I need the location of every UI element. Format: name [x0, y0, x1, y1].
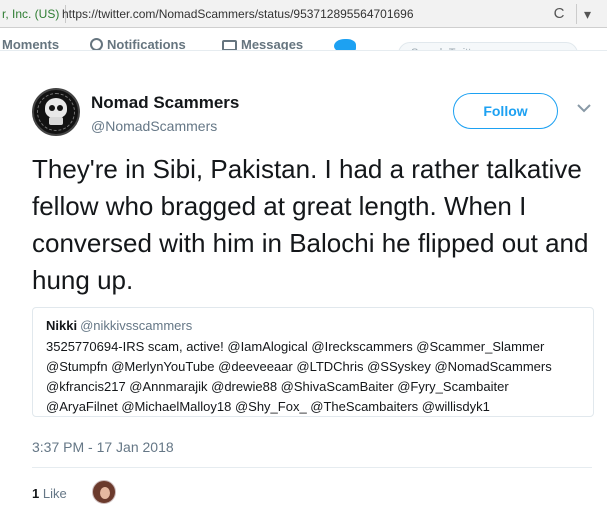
like-count-value: 1: [32, 486, 40, 501]
tweet-text: They're in Sibi, Pakistan. I had a rathe…: [32, 154, 589, 295]
follow-button[interactable]: Follow: [453, 93, 558, 129]
skull-icon: [45, 98, 67, 118]
chevron-down-icon[interactable]: [575, 99, 593, 117]
browser-address-bar: r, Inc. (US) https://twitter.com/NomadSc…: [0, 0, 607, 28]
liker-face: [100, 487, 110, 499]
quoted-author-name: Nikki: [46, 318, 78, 333]
like-label: Like: [42, 486, 67, 501]
quoted-tweet-header: Nikki @nikkivsscammers: [46, 317, 580, 335]
avatar[interactable]: [32, 88, 80, 136]
author-handle[interactable]: @NomadScammers: [91, 118, 217, 134]
quoted-author-handle: @nikkivsscammers: [80, 318, 193, 333]
quoted-tweet-text: 3525770694-IRS scam, active! @IamAlogica…: [46, 339, 552, 414]
author-display-name[interactable]: Nomad Scammers: [91, 93, 239, 113]
likes-count[interactable]: 1 Like: [32, 486, 67, 501]
divider: [32, 467, 592, 468]
tweet-timestamp[interactable]: 3:37 PM - 17 Jan 2018: [32, 439, 174, 455]
url-field[interactable]: https://twitter.com/NomadScammers/status…: [62, 5, 414, 23]
tweet-card: Nomad Scammers @NomadScammers Follow The…: [0, 50, 607, 515]
site-identity[interactable]: r, Inc. (US): [0, 5, 67, 23]
skull-jaw: [49, 117, 63, 125]
reload-icon[interactable]: C: [548, 4, 570, 24]
liker-avatar[interactable]: [92, 480, 116, 504]
quoted-tweet[interactable]: Nikki @nikkivsscammers 3525770694-IRS sca…: [32, 307, 594, 417]
chevron-down-icon[interactable]: ▾: [576, 4, 598, 24]
